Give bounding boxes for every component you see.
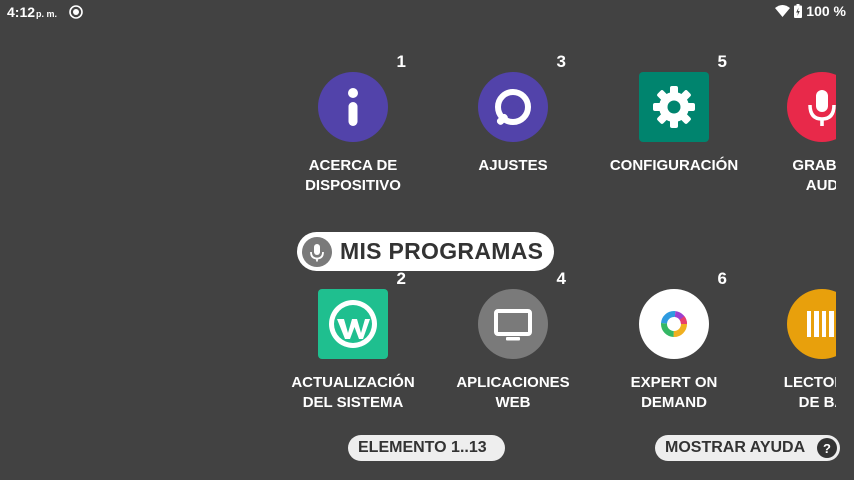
wavelink-icon — [318, 289, 388, 359]
sync-status-icon — [69, 5, 83, 19]
app-number: 6 — [717, 269, 727, 288]
voice-command-label[interactable]: MIS PROGRAMAS — [297, 232, 554, 271]
microphone-icon — [302, 236, 332, 267]
app-expert-on-demand[interactable]: 6 EXPERT ON DEMAND — [594, 269, 754, 411]
app-label: CONFIGURACIÓN — [609, 157, 739, 174]
voice-label-text: MIS PROGRAMAS — [340, 238, 544, 264]
show-help-label: MOSTRAR AYUDA — [665, 439, 806, 456]
app-grabadora-audio[interactable]: GRABAI AUD — [760, 52, 836, 194]
app-label: GRABAI AUD — [792, 157, 836, 194]
status-time: 4:12p. m. — [7, 4, 57, 20]
wrench-icon — [478, 72, 548, 142]
app-aplicaciones-web[interactable]: 4 APLICACIONES WEB — [433, 269, 593, 411]
app-label: EXPERT ON DEMAND — [630, 374, 718, 411]
offscreen-column: GRABAI AUD LECTOR D DE BA — [760, 0, 836, 480]
app-label: LECTOR D DE BA — [783, 374, 836, 411]
help-icon: ? — [817, 438, 837, 458]
app-acerca-de-dispositivo[interactable]: 1 ACERCA DE DISPOSITIVO — [273, 52, 433, 194]
app-actualizacion-del-sistema[interactable]: 2 ACTUALIZACIÓN DEL SISTEMA — [273, 269, 433, 411]
monitor-icon — [478, 289, 548, 359]
clock-time: 4:12 — [7, 4, 36, 20]
app-lector-codigo-barras[interactable]: LECTOR D DE BA — [760, 269, 836, 411]
gear-icon — [639, 72, 709, 142]
info-icon — [318, 72, 388, 142]
clock-ampm: p. m. — [36, 9, 58, 19]
barcode-icon — [787, 289, 836, 359]
app-number: 2 — [396, 269, 406, 288]
microphone-icon — [787, 72, 836, 142]
item-counter: ELEMENTO 1..13 — [348, 435, 505, 461]
app-number: 4 — [556, 269, 566, 288]
app-label: ACTUALIZACIÓN DEL SISTEMA — [291, 374, 415, 411]
home-screen: 4:12p. m. 100 % 1 ACERCA DE DISPOSITIVO — [0, 0, 854, 480]
show-help-button[interactable]: MOSTRAR AYUDA ? — [655, 435, 840, 461]
app-number: 1 — [396, 52, 406, 71]
app-label: AJUSTES — [478, 157, 548, 174]
app-label: ACERCA DE DISPOSITIVO — [305, 157, 401, 194]
item-counter-text: ELEMENTO 1..13 — [358, 439, 487, 456]
app-configuracion[interactable]: 5 CONFIGURACIÓN — [594, 52, 754, 192]
app-number: 3 — [556, 52, 566, 71]
app-label: APLICACIONES WEB — [456, 374, 570, 411]
app-ajustes[interactable]: 3 AJUSTES — [433, 52, 593, 192]
expert-ring-icon — [639, 289, 709, 359]
app-number: 5 — [717, 52, 727, 71]
